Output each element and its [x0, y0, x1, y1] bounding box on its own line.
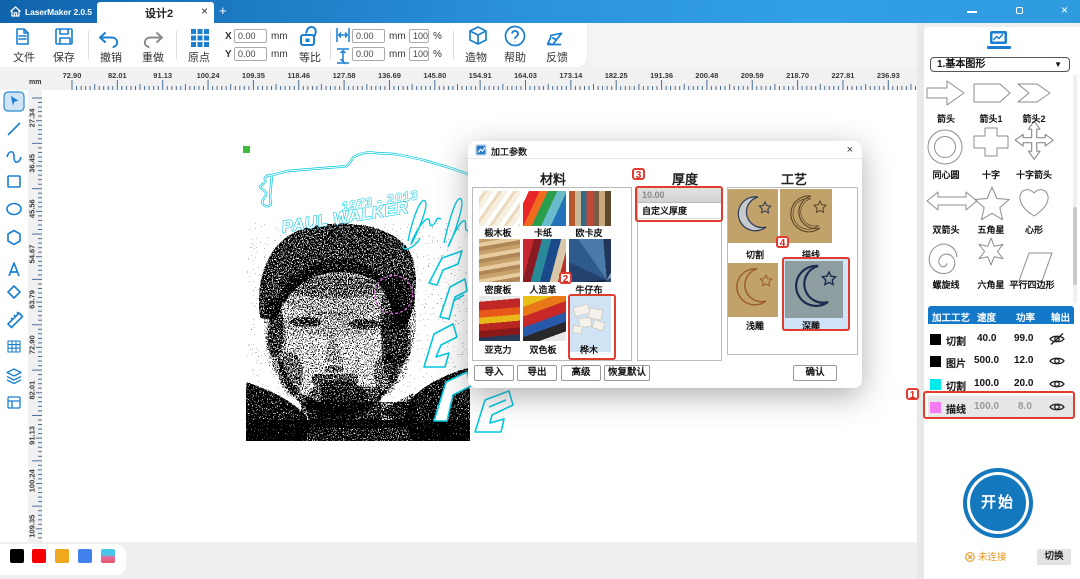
svg-text:200.48: 200.48: [695, 71, 718, 80]
svg-text:164.03: 164.03: [514, 71, 537, 80]
svg-text:118.46: 118.46: [287, 71, 310, 80]
svg-text:72.90: 72.90: [28, 335, 37, 354]
svg-text:91.13: 91.13: [153, 71, 172, 80]
svg-text:82.01: 82.01: [108, 71, 127, 80]
svg-text:182.25: 182.25: [605, 71, 628, 80]
svg-text:72.90: 72.90: [63, 71, 82, 80]
svg-text:191.36: 191.36: [650, 71, 673, 80]
svg-text:45.56: 45.56: [28, 199, 37, 218]
svg-text:27.34: 27.34: [28, 108, 37, 128]
svg-text:173.14: 173.14: [559, 71, 583, 80]
svg-text:109.35: 109.35: [28, 515, 37, 538]
svg-text:154.91: 154.91: [469, 71, 492, 80]
svg-text:127.58: 127.58: [333, 71, 356, 80]
svg-text:100.24: 100.24: [28, 469, 37, 493]
svg-text:36.45: 36.45: [28, 154, 37, 173]
svg-text:109.35: 109.35: [242, 71, 265, 80]
svg-text:227.81: 227.81: [831, 71, 854, 80]
svg-text:91.13: 91.13: [28, 426, 37, 445]
svg-text:136.69: 136.69: [378, 71, 401, 80]
svg-text:218.70: 218.70: [786, 71, 809, 80]
svg-text:100.24: 100.24: [197, 71, 221, 80]
svg-text:145.80: 145.80: [423, 71, 446, 80]
svg-text:54.67: 54.67: [28, 245, 37, 264]
svg-text:236.93: 236.93: [877, 71, 900, 80]
svg-text:209.59: 209.59: [741, 71, 764, 80]
svg-text:82.01: 82.01: [28, 381, 37, 400]
svg-text:63.79: 63.79: [28, 290, 37, 309]
